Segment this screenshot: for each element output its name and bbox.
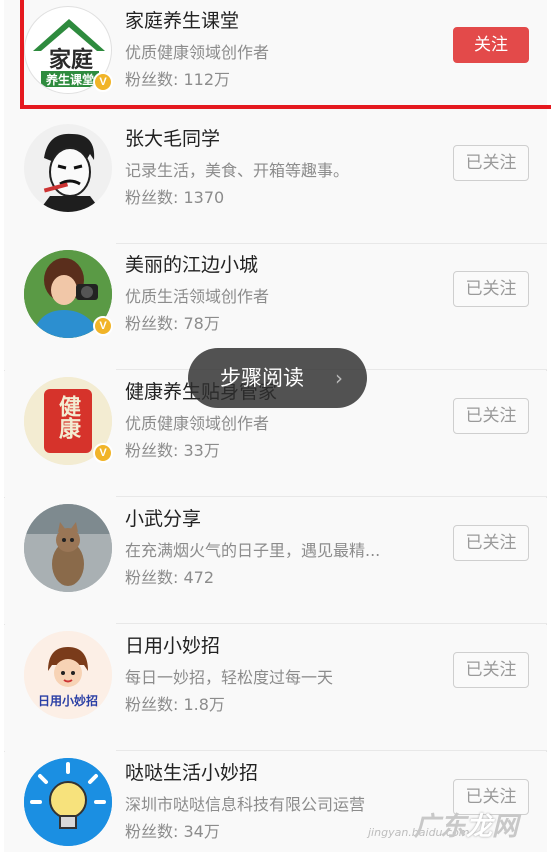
- cartoon-man-icon[interactable]: [24, 124, 112, 212]
- fans-count: 粉丝数: 1.8万: [125, 695, 225, 714]
- account-desc: 优质健康领域创作者: [125, 414, 270, 433]
- cartoon-girl-icon[interactable]: 日用小妙招: [24, 631, 112, 719]
- divider: [116, 750, 547, 751]
- account-name[interactable]: 张大毛同学: [125, 124, 220, 151]
- verified-icon: V: [93, 316, 113, 336]
- svg-text:健康: 健康: [55, 394, 81, 440]
- account-desc: 优质生活领域创作者: [125, 287, 270, 306]
- step-reading-toast[interactable]: 步骤阅读 ›: [188, 348, 367, 408]
- watermark: 广东龙网: [414, 812, 519, 842]
- followed-button[interactable]: 已关注: [453, 271, 529, 307]
- fans-count: 粉丝数: 78万: [125, 314, 220, 333]
- lightbulb-icon[interactable]: [24, 758, 112, 846]
- account-name[interactable]: 日用小妙招: [125, 631, 220, 658]
- list-item[interactable]: 日用小妙招 日用小妙招 每日一妙招，轻松度过每一天 粉丝数: 1.8万 已关注: [4, 625, 547, 751]
- account-name[interactable]: 小武分享: [125, 504, 201, 531]
- list-item[interactable]: 小武分享 在充满烟火气的日子里，遇见最精... 粉丝数: 472 已关注: [4, 498, 547, 624]
- account-desc: 每日一妙招，轻松度过每一天: [125, 668, 334, 687]
- chevron-right-icon: ›: [335, 366, 343, 390]
- account-desc: 在充满烟火气的日子里，遇见最精...: [125, 541, 381, 560]
- fans-count: 粉丝数: 1370: [125, 188, 225, 207]
- fans-count: 粉丝数: 472: [125, 568, 215, 587]
- account-desc: 记录生活，美食、开箱等趣事。: [125, 161, 350, 180]
- account-name[interactable]: 美丽的江边小城: [125, 250, 258, 277]
- followed-button[interactable]: 已关注: [453, 145, 529, 181]
- toast-label: 步骤阅读: [220, 366, 304, 390]
- highlight-box: [20, 0, 551, 109]
- verified-icon: V: [93, 443, 113, 463]
- followed-button[interactable]: 已关注: [453, 525, 529, 561]
- list-item[interactable]: 张大毛同学 记录生活，美食、开箱等趣事。 粉丝数: 1370 已关注: [4, 118, 547, 244]
- fans-count: 粉丝数: 33万: [125, 441, 220, 460]
- account-desc: 深圳市哒哒信息科技有限公司运营: [125, 795, 366, 814]
- followed-button[interactable]: 已关注: [453, 398, 529, 434]
- divider: [116, 496, 547, 497]
- cat-photo-icon[interactable]: [24, 504, 112, 592]
- svg-text:日用小妙招: 日用小妙招: [38, 693, 98, 708]
- fans-count: 粉丝数: 34万: [125, 822, 220, 841]
- account-name[interactable]: 哒哒生活小妙招: [125, 758, 258, 785]
- divider: [116, 623, 547, 624]
- followed-button[interactable]: 已关注: [453, 652, 529, 688]
